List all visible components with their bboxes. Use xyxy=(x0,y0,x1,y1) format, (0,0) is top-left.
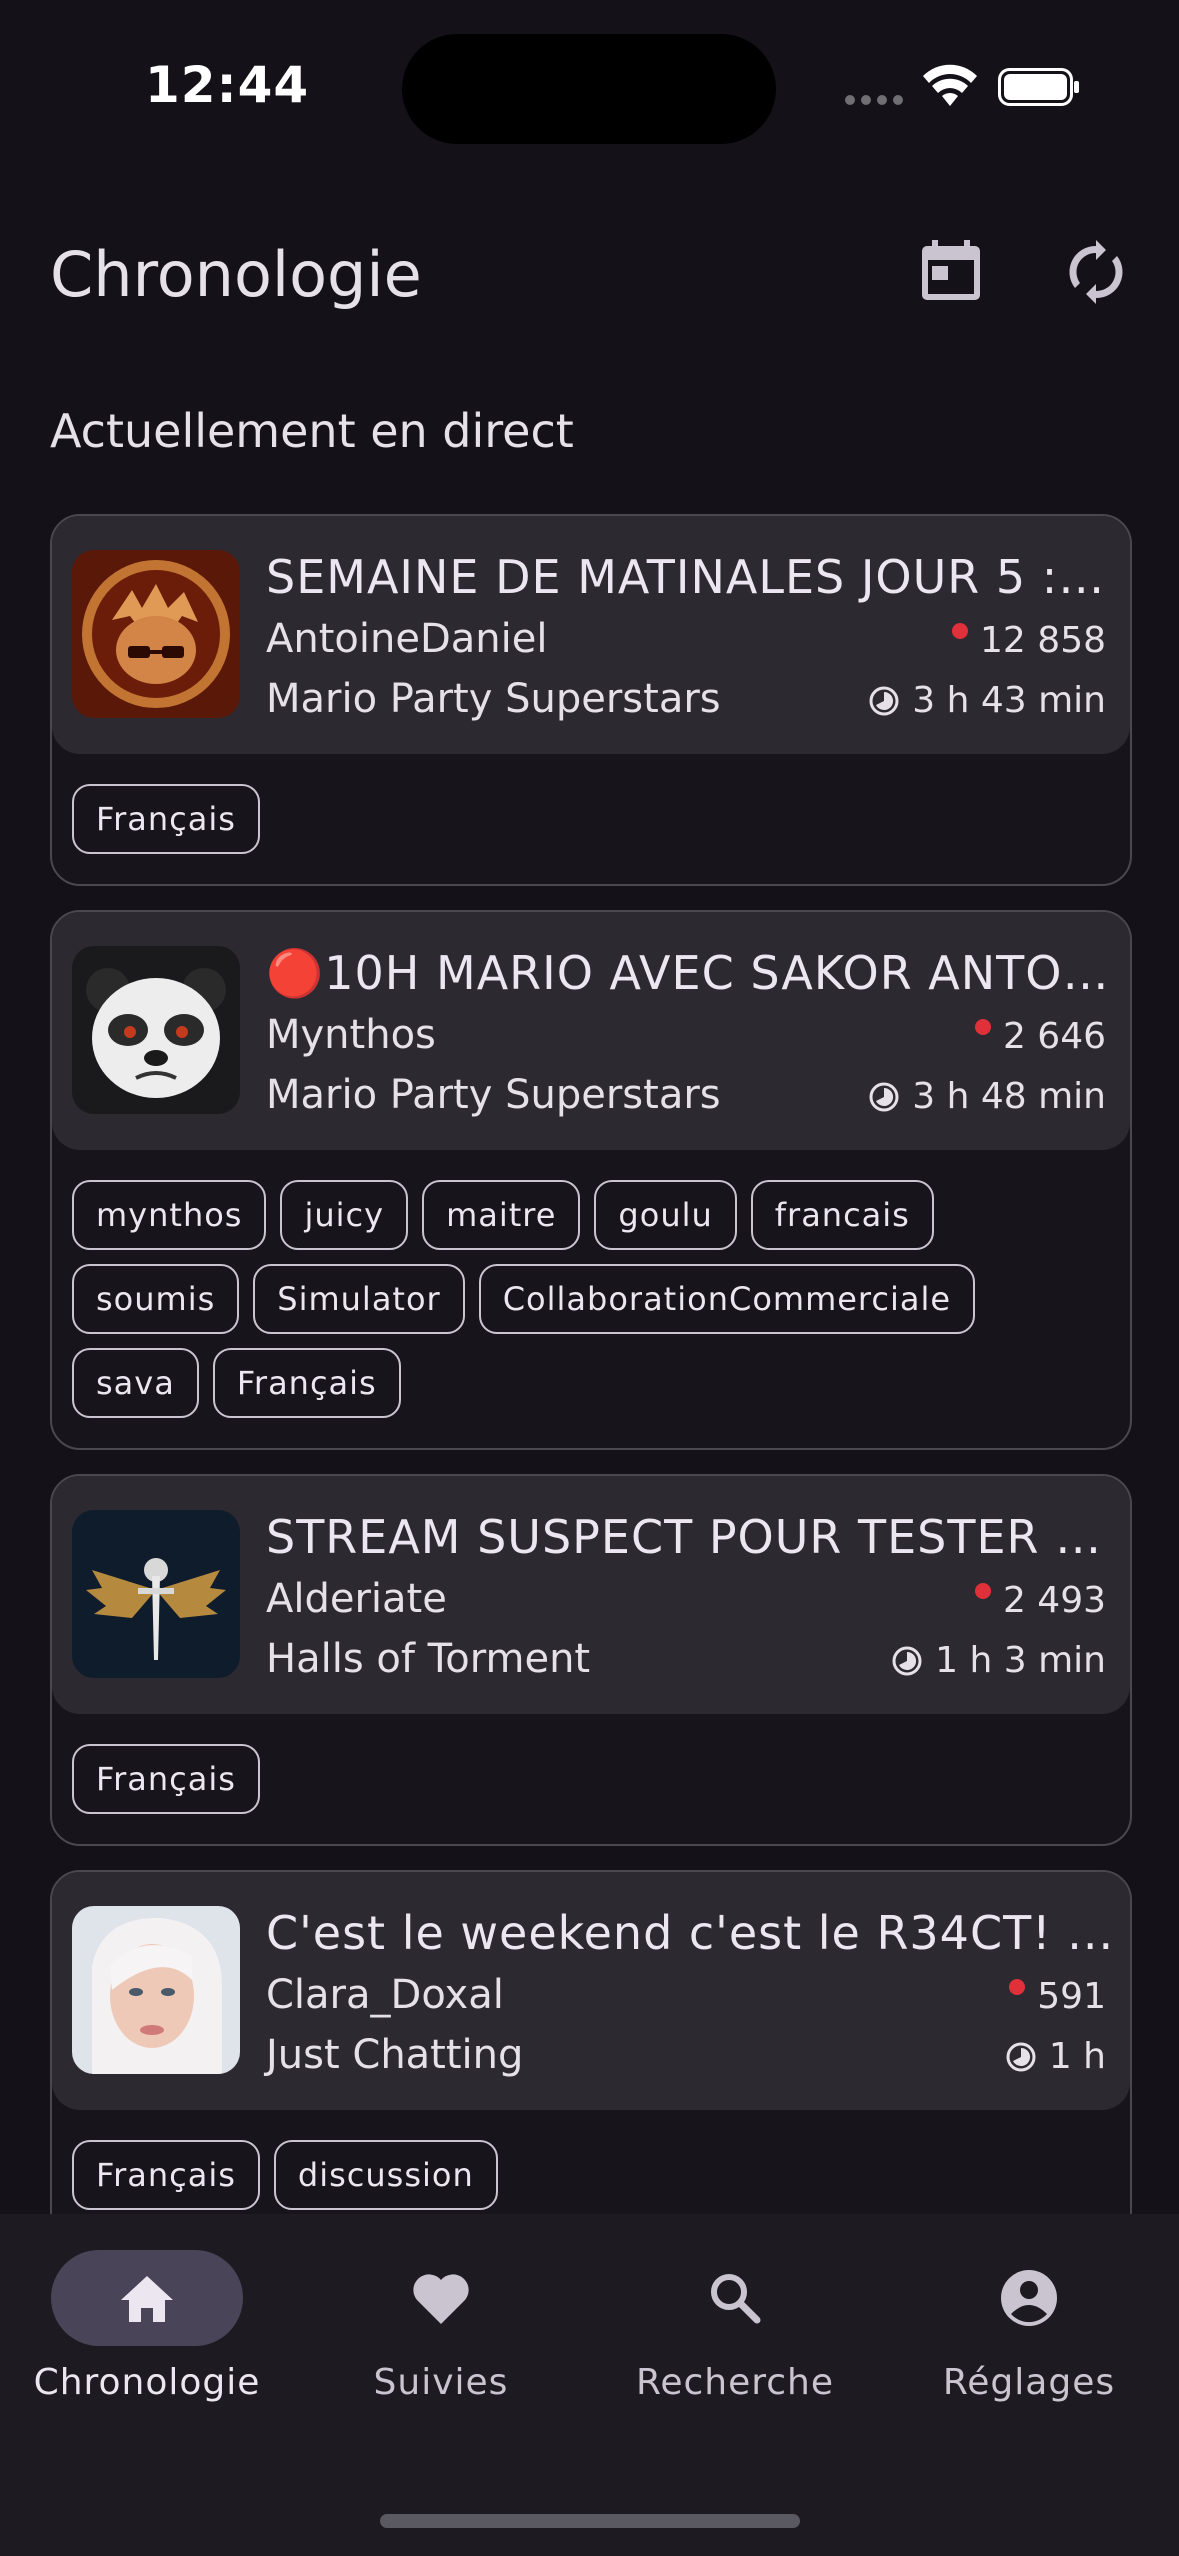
stream-card[interactable]: 🔴10H MARIO AVEC SAKOR ANTOINE Mynthos 2 … xyxy=(50,910,1132,1450)
stream-duration: 1 h xyxy=(1048,2036,1106,2077)
streamer-name: Mynthos xyxy=(266,1012,436,1058)
nav-label: Recherche xyxy=(635,2362,835,2403)
game-name: Just Chatting xyxy=(266,2032,524,2078)
nav-item-chronologie[interactable]: Chronologie xyxy=(0,2214,294,2434)
live-dot-icon xyxy=(974,1018,991,1035)
stream-card-header[interactable]: C'est le weekend c'est le R34CT! ... Cla… xyxy=(52,1872,1130,2110)
stream-card-header[interactable]: SEMAINE DE MATINALES JOUR 5 : CHEF Antoi… xyxy=(52,516,1130,754)
page-title: Chronologie xyxy=(50,238,422,311)
section-title-live: Actuellement en direct xyxy=(50,404,574,458)
stream-card-header[interactable]: STREAM SUSPECT POUR TESTER UN JEU Alderi… xyxy=(52,1476,1130,1714)
stream-card[interactable]: SEMAINE DE MATINALES JOUR 5 : CHEF Antoi… xyxy=(50,514,1132,886)
nav-label: Réglages xyxy=(942,2362,1116,2403)
tag-chip[interactable]: Français xyxy=(72,2140,260,2210)
status-time: 12:44 xyxy=(145,56,310,114)
home-indicator[interactable] xyxy=(380,2514,800,2528)
tag-chip[interactable]: Français xyxy=(212,1348,401,1418)
stream-list[interactable]: SEMAINE DE MATINALES JOUR 5 : CHEF Antoi… xyxy=(50,514,1132,2266)
stream-title: STREAM SUSPECT POUR TESTER UN JEU xyxy=(266,1510,1116,1564)
streamer-avatar xyxy=(72,946,240,1114)
stream-duration: 3 h 48 min xyxy=(912,1076,1106,1117)
tag-chip[interactable]: mynthos xyxy=(72,1180,267,1250)
sync-icon xyxy=(1069,240,1123,304)
game-name: Halls of Torment xyxy=(266,1636,591,1682)
dynamic-island xyxy=(402,34,776,144)
viewer-count: 12 858 xyxy=(980,620,1106,661)
live-dot-icon xyxy=(952,622,969,639)
tag-list: Français xyxy=(52,754,1130,884)
cellular-signal-icon xyxy=(845,95,903,105)
stream-title: SEMAINE DE MATINALES JOUR 5 : CHEF xyxy=(266,550,1116,604)
tag-chip[interactable]: goulu xyxy=(594,1180,737,1250)
stream-card-header[interactable]: 🔴10H MARIO AVEC SAKOR ANTOINE Mynthos 2 … xyxy=(52,912,1130,1150)
streamer-avatar xyxy=(72,1510,240,1678)
status-bar: 12:44 xyxy=(0,0,1179,170)
clock-icon xyxy=(1005,2041,1037,2073)
game-name: Mario Party Superstars xyxy=(266,1072,721,1118)
tag-chip[interactable]: Français xyxy=(72,784,260,854)
battery-icon xyxy=(998,68,1080,106)
streamer-avatar xyxy=(72,550,240,718)
refresh-button[interactable] xyxy=(1062,238,1130,306)
tag-chip[interactable]: francais xyxy=(750,1180,934,1250)
streamer-name: AntoineDaniel xyxy=(266,616,548,662)
stream-title: 🔴10H MARIO AVEC SAKOR ANTOINE xyxy=(266,946,1116,1000)
tag-chip[interactable]: Simulator xyxy=(253,1264,465,1334)
clock-icon xyxy=(868,685,900,717)
search-icon xyxy=(701,2266,769,2330)
nav-label: Chronologie xyxy=(33,2362,261,2403)
streamer-name: Alderiate xyxy=(266,1576,447,1622)
stream-duration: 3 h 43 min xyxy=(912,680,1106,721)
account-circle-icon xyxy=(995,2266,1063,2330)
clock-icon xyxy=(891,1645,923,1677)
viewer-count: 2 646 xyxy=(1002,1016,1106,1057)
tag-chip[interactable]: soumis xyxy=(72,1264,240,1334)
stream-duration: 1 h 3 min xyxy=(935,1640,1106,1681)
nav-item-suivies[interactable]: Suivies xyxy=(294,2214,588,2434)
home-icon xyxy=(113,2266,181,2330)
stream-title: C'est le weekend c'est le R34CT! ... xyxy=(266,1906,1115,1960)
viewer-count: 591 xyxy=(1037,1976,1106,2017)
game-name: Mario Party Superstars xyxy=(266,676,721,722)
nav-item-reglages[interactable]: Réglages xyxy=(882,2214,1176,2434)
bottom-navigation: Chronologie Suivies Recherche Réglages xyxy=(0,2214,1179,2556)
nav-item-recherche[interactable]: Recherche xyxy=(588,2214,882,2434)
calendar-icon xyxy=(922,240,980,300)
streamer-name: Clara_Doxal xyxy=(266,1972,504,2018)
live-dot-icon xyxy=(1009,1978,1026,1995)
heart-icon xyxy=(407,2266,475,2330)
live-dot-icon xyxy=(974,1582,991,1599)
tag-list: Français xyxy=(52,1714,1130,1844)
stream-card[interactable]: STREAM SUSPECT POUR TESTER UN JEU Alderi… xyxy=(50,1474,1132,1846)
streamer-avatar xyxy=(72,1906,240,2074)
tag-chip[interactable]: Français xyxy=(72,1744,260,1814)
calendar-button[interactable] xyxy=(918,238,984,304)
clock-icon xyxy=(868,1081,900,1113)
stream-card[interactable]: C'est le weekend c'est le R34CT! ... Cla… xyxy=(50,1870,1132,2242)
tag-chip[interactable]: CollaborationCommerciale xyxy=(478,1264,976,1334)
tag-chip[interactable]: discussion xyxy=(273,2140,498,2210)
viewer-count: 2 493 xyxy=(1002,1580,1106,1621)
tag-list: mynthos juicy maitre goulu francais soum… xyxy=(52,1150,1130,1448)
nav-label: Suivies xyxy=(373,2362,509,2403)
tag-chip[interactable]: maitre xyxy=(422,1180,581,1250)
tag-chip[interactable]: juicy xyxy=(280,1180,409,1250)
wifi-icon xyxy=(922,62,978,108)
tag-chip[interactable]: sava xyxy=(72,1348,199,1418)
